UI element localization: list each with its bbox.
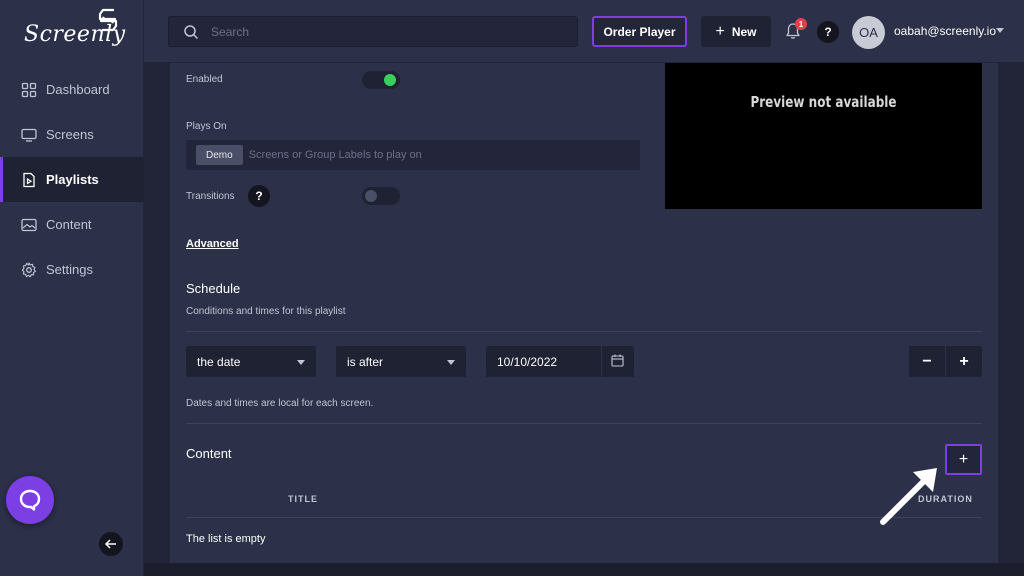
- page-bottom: [144, 563, 1024, 576]
- plus-icon: +: [715, 22, 725, 40]
- sidebar-item-label: Content: [46, 217, 92, 232]
- schedule-operator-select[interactable]: is after: [336, 346, 466, 377]
- divider: [186, 517, 982, 518]
- schedule-field-select[interactable]: the date: [186, 346, 316, 377]
- schedule-subtitle: Conditions and times for this playlist: [186, 306, 346, 317]
- arrow-left-icon: [104, 539, 116, 549]
- user-email[interactable]: oabah@screenly.io: [894, 24, 996, 38]
- add-condition-button[interactable]: +: [946, 346, 982, 377]
- chevron-down-icon[interactable]: [996, 28, 1004, 33]
- search-box[interactable]: [168, 16, 578, 47]
- screen-icon: [21, 127, 37, 143]
- chevron-down-icon: [447, 360, 455, 365]
- condition-stepper[interactable]: − +: [909, 346, 982, 377]
- sidebar-item-dashboard[interactable]: Dashboard: [0, 67, 144, 112]
- transitions-label: Transitions: [186, 191, 235, 202]
- enabled-toggle[interactable]: [362, 71, 400, 89]
- chevron-down-icon: [297, 360, 305, 365]
- sidebar-item-screens[interactable]: Screens: [0, 112, 144, 157]
- chat-icon: [19, 489, 41, 511]
- chat-button[interactable]: [6, 476, 54, 524]
- sidebar-nav: Dashboard Screens Playlists Content Sett…: [0, 67, 144, 292]
- top-bar: Order Player + New 1 ? OA oabah@screenly…: [144, 0, 1024, 63]
- sidebar-item-label: Dashboard: [46, 82, 110, 97]
- enabled-label: Enabled: [186, 74, 223, 85]
- new-button-label: New: [731, 24, 757, 39]
- collapse-sidebar-button[interactable]: [99, 532, 123, 556]
- label-chip[interactable]: Demo: [196, 145, 243, 165]
- date-value: 10/10/2022: [497, 354, 558, 369]
- dashboard-icon: [21, 82, 37, 98]
- add-content-button[interactable]: +: [945, 444, 982, 475]
- sidebar-item-content[interactable]: Content: [0, 202, 144, 247]
- select-value: the date: [197, 354, 241, 369]
- remove-condition-button[interactable]: −: [909, 346, 945, 377]
- divider: [186, 423, 982, 424]
- calendar-icon[interactable]: [611, 354, 624, 367]
- order-player-button[interactable]: Order Player: [592, 16, 687, 47]
- content-title: Content: [186, 446, 232, 461]
- sidebar-item-label: Screens: [46, 127, 94, 142]
- preview-text: Preview not available: [750, 93, 897, 111]
- avatar[interactable]: OA: [852, 16, 885, 49]
- preview-area: Preview not available: [665, 63, 982, 209]
- transitions-toggle[interactable]: [362, 187, 400, 205]
- logo[interactable]: Screenly: [22, 8, 125, 56]
- new-button[interactable]: + New: [701, 16, 771, 47]
- playlist-icon: [21, 172, 37, 188]
- plays-on-input[interactable]: [248, 149, 609, 161]
- advanced-link[interactable]: Advanced: [186, 238, 239, 250]
- schedule-title: Schedule: [186, 281, 241, 296]
- divider: [186, 331, 982, 332]
- logo-mark-icon: [98, 8, 118, 32]
- help-button[interactable]: ?: [817, 21, 839, 43]
- sidebar-item-playlists[interactable]: Playlists: [0, 157, 144, 202]
- sidebar-item-settings[interactable]: Settings: [0, 247, 144, 292]
- gear-icon: [21, 261, 37, 278]
- schedule-date-input[interactable]: 10/10/2022: [486, 346, 634, 377]
- sidebar-item-label: Settings: [46, 262, 93, 277]
- empty-list-message: The list is empty: [186, 533, 266, 545]
- column-header-title[interactable]: TITLE: [288, 494, 318, 504]
- pointer-arrow-icon: [880, 468, 937, 525]
- transitions-help-button[interactable]: ?: [248, 185, 270, 207]
- sidebar-item-label: Playlists: [46, 172, 99, 187]
- search-input[interactable]: [211, 24, 551, 39]
- select-value: is after: [347, 354, 384, 369]
- divider: [601, 346, 602, 377]
- sidebar: Screenly Dashboard Screens Playlists Con…: [0, 0, 144, 576]
- search-icon: [184, 24, 199, 39]
- playlist-panel: Enabled Plays On Demo Transitions ? Adva…: [170, 63, 998, 563]
- toggle-knob: [384, 74, 396, 86]
- notification-badge: 1: [795, 18, 807, 30]
- toggle-knob: [365, 190, 377, 202]
- schedule-note: Dates and times are local for each scree…: [186, 398, 374, 409]
- image-icon: [21, 217, 37, 233]
- plays-on-field[interactable]: Demo: [186, 140, 640, 170]
- plays-on-label: Plays On: [186, 121, 227, 132]
